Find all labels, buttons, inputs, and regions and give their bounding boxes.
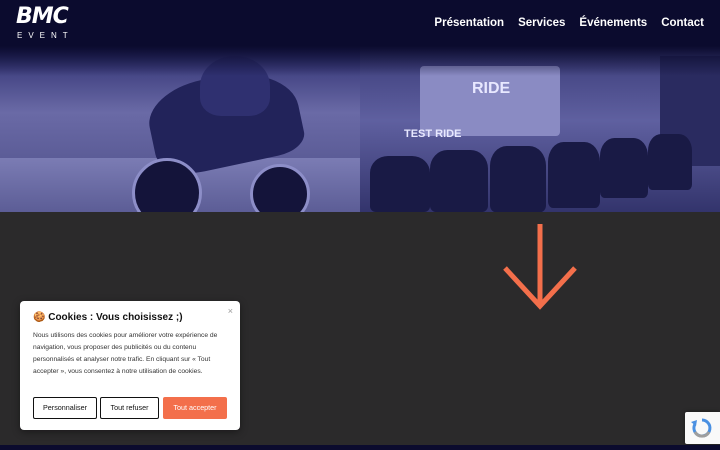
footer-edge (0, 445, 720, 450)
hero-top-fade (0, 46, 720, 76)
hero-banner: TEST RIDE RIDE (0, 46, 720, 212)
main-nav: Présentation Services Événements Contact (434, 16, 704, 30)
recaptcha-icon (691, 418, 712, 438)
motorcycle-4 (548, 142, 600, 208)
nav-item-evenements[interactable]: Événements (579, 16, 647, 30)
ride-sign: RIDE (472, 80, 511, 97)
motorcycle-1 (370, 156, 430, 212)
site-header: BMC EVENT Présentation Services Événemen… (0, 0, 720, 46)
brand-logo[interactable]: BMC EVENT (16, 4, 80, 41)
motorcycle-6 (648, 134, 692, 190)
motorcycle-3 (490, 146, 546, 212)
logo-subtitle: EVENT (17, 31, 74, 40)
cookie-title: 🍪 Cookies : Vous choisissez ;) (33, 312, 183, 323)
refuse-all-button[interactable]: Tout refuser (100, 397, 159, 419)
customize-button[interactable]: Personnaliser (33, 397, 97, 419)
logo-mark: BMC (16, 4, 69, 29)
accept-all-button[interactable]: Tout accepter (163, 397, 227, 419)
nav-item-contact[interactable]: Contact (661, 16, 704, 30)
nav-item-services[interactable]: Services (518, 16, 565, 30)
test-ride-sign: TEST RIDE (404, 128, 462, 140)
nav-item-presentation[interactable]: Présentation (434, 16, 504, 30)
recaptcha-badge[interactable] (685, 412, 720, 444)
event-tent (420, 66, 560, 136)
motorcycle-5 (600, 138, 648, 198)
cookie-description: Nous utilisons des cookies pour améliore… (33, 332, 218, 375)
close-icon[interactable]: × (228, 306, 233, 316)
cookie-banner: × 🍪 Cookies : Vous choisissez ;) Nous ut… (20, 301, 240, 430)
arrow-down-icon[interactable] (502, 222, 578, 312)
motorcycle-2 (430, 150, 488, 212)
